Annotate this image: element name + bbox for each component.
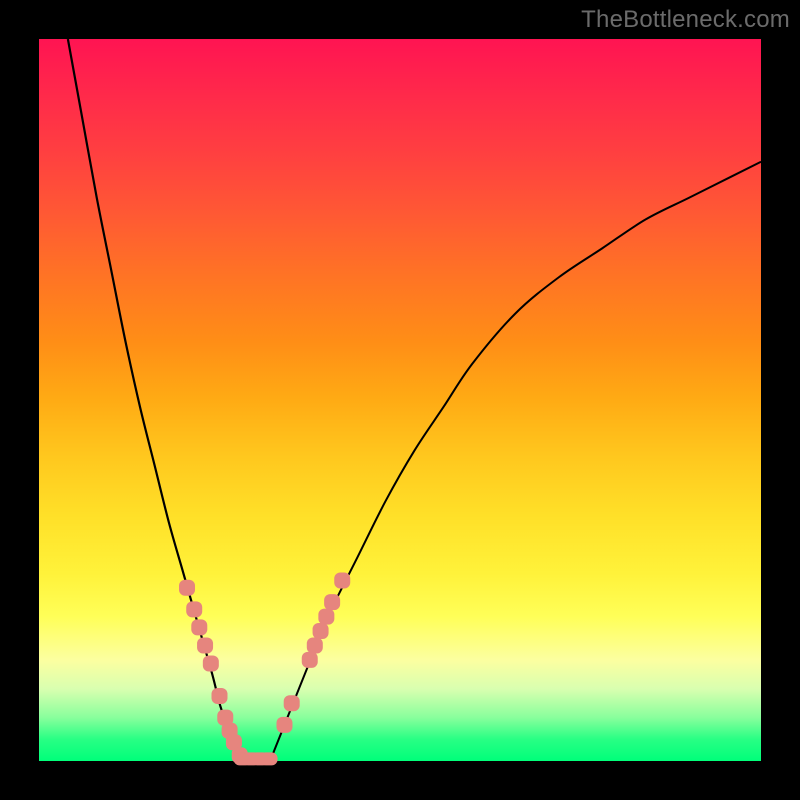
left-marker — [203, 656, 219, 672]
curve-right-branch — [270, 162, 761, 761]
left-marker — [179, 580, 195, 596]
right-marker — [284, 695, 300, 711]
right-marker — [318, 609, 334, 625]
chart-frame: TheBottleneck.com — [0, 0, 800, 800]
right-marker — [276, 717, 292, 733]
left-marker — [197, 637, 213, 653]
watermark-text: TheBottleneck.com — [581, 6, 790, 34]
right-marker — [334, 573, 350, 589]
marker-layer — [179, 573, 350, 766]
left-marker — [191, 619, 207, 635]
curve-left-branch — [68, 39, 241, 761]
right-marker — [307, 637, 323, 653]
curve-layer — [68, 39, 761, 761]
left-marker — [212, 688, 228, 704]
bottom-marker — [260, 752, 278, 765]
right-marker — [302, 652, 318, 668]
right-marker — [324, 594, 340, 610]
chart-overlay — [39, 39, 761, 761]
left-marker — [186, 601, 202, 617]
right-marker — [313, 623, 329, 639]
